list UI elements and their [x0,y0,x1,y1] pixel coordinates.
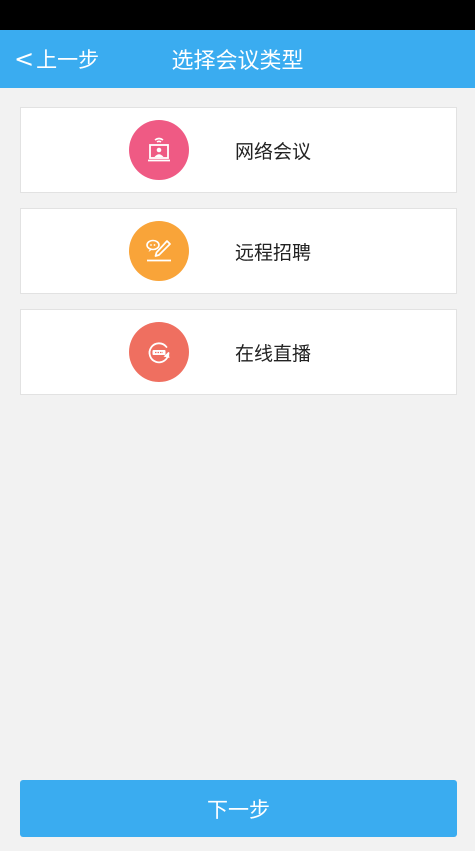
option-label: 远程招聘 [235,241,312,264]
live-stream-icon [129,322,189,382]
option-label: 在线直播 [235,342,312,365]
meeting-type-network-conference[interactable]: 网络会议 [20,107,457,193]
option-label: 网络会议 [235,140,312,163]
nav-bar: < 上一步 选择会议类型 [0,30,475,88]
meeting-type-list: 网络会议 远程招聘 在线直播 [20,107,457,410]
meeting-type-remote-recruitment[interactable]: 远程招聘 [20,208,457,294]
video-conference-icon [129,120,189,180]
meeting-type-live-stream[interactable]: 在线直播 [20,309,457,395]
page-title: 选择会议类型 [171,49,304,74]
next-step-button[interactable]: 下一步 [20,780,457,837]
chat-write-icon [129,221,189,281]
status-bar [0,0,475,30]
